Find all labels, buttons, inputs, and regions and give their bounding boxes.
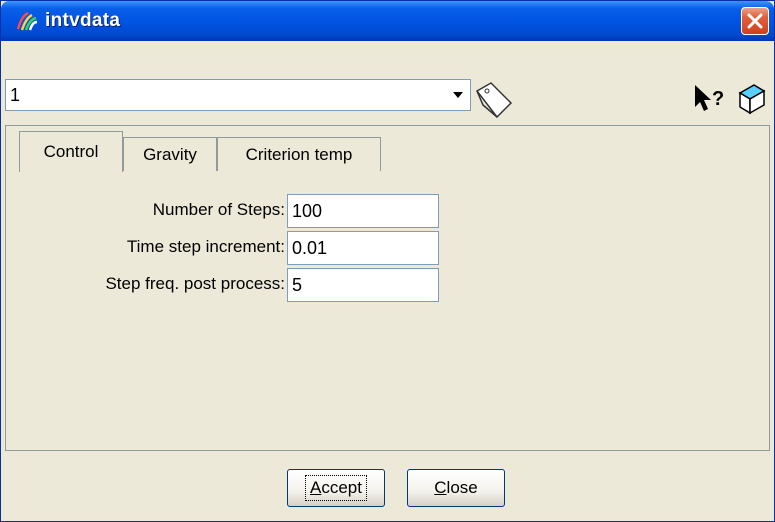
eraser-button[interactable] <box>734 81 768 115</box>
app-icon <box>16 11 38 31</box>
number-of-steps-input[interactable] <box>287 194 439 228</box>
record-selector-value: 1 <box>10 85 21 105</box>
record-selector[interactable]: 1 <box>5 79 471 111</box>
field-label-number-of-steps: Number of Steps: <box>152 200 285 219</box>
eraser-icon <box>738 84 766 115</box>
tab-label: Gravity <box>143 144 197 164</box>
tab-label: Control <box>43 142 99 161</box>
tab-criterion-temp[interactable]: Criterion temp <box>217 137 381 171</box>
help-pointer-icon: ? <box>695 85 724 111</box>
accept-button-label: Accept <box>305 475 367 501</box>
tab-gravity[interactable]: Gravity <box>123 137 217 171</box>
tab-label: Criterion temp <box>245 144 353 164</box>
chevron-down-icon <box>453 92 463 98</box>
window-title: intvdata <box>45 10 121 31</box>
step-freq-post-process-input[interactable] <box>287 268 439 302</box>
accept-button[interactable]: Accept <box>287 469 385 507</box>
context-help-button[interactable]: ? <box>691 81 731 115</box>
field-label-step-freq-post-process: Step freq. post process: <box>105 274 285 293</box>
close-button-label: Close <box>434 478 478 497</box>
svg-text:?: ? <box>712 88 724 110</box>
close-icon <box>747 13 763 29</box>
title-bar[interactable]: intvdata <box>1 1 774 41</box>
tag-button[interactable] <box>467 77 517 123</box>
tab-control[interactable]: Control <box>19 131 123 172</box>
close-window-button[interactable] <box>741 7 769 35</box>
time-step-increment-input[interactable] <box>287 231 439 265</box>
dialog-window: intvdata 1 ? Control Gravity Criterion t… <box>0 0 775 522</box>
close-button[interactable]: Close <box>407 469 505 507</box>
tag-icon <box>475 82 513 119</box>
record-selector-dropdown[interactable] <box>447 81 469 109</box>
field-label-time-step-increment: Time step increment: <box>126 237 285 256</box>
